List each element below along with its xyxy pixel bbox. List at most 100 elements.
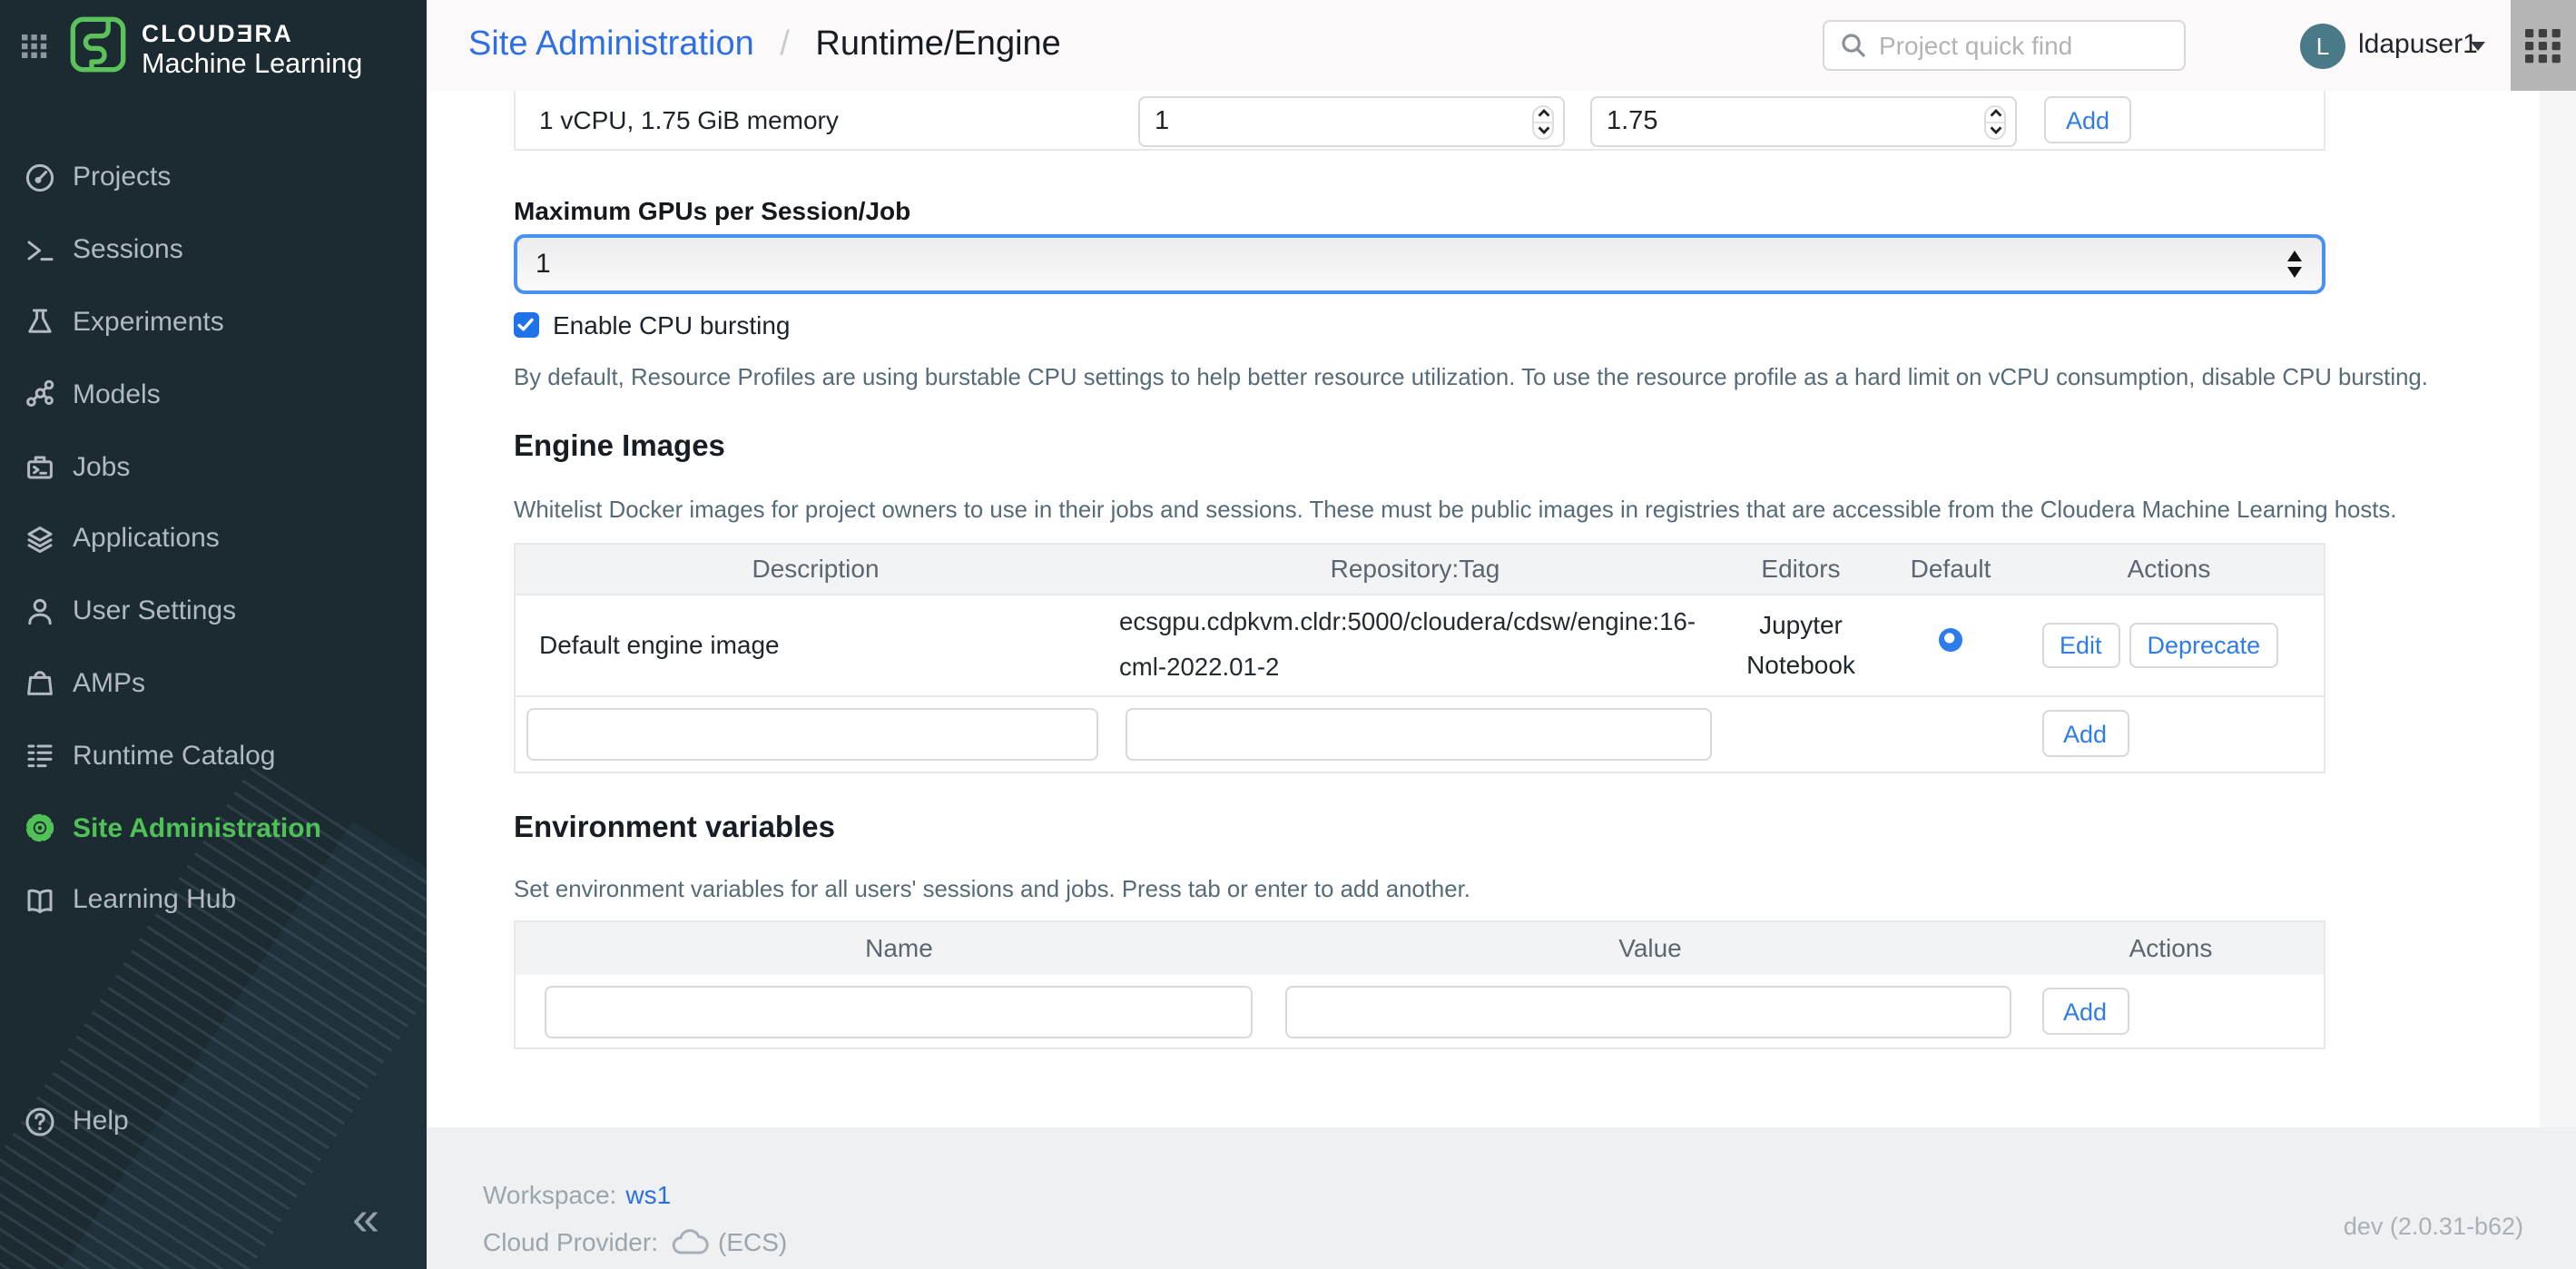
deprecate-engine-button[interactable]: Deprecate	[2129, 622, 2279, 667]
col-value: Value	[1283, 920, 2018, 975]
sidebar-collapse-button[interactable]: «	[352, 1195, 379, 1244]
add-engine-image-button[interactable]: Add	[2041, 710, 2129, 757]
sidebar-item-help[interactable]: Help	[0, 1086, 427, 1158]
col-actions: Actions	[2014, 543, 2325, 594]
env-table-header-row: Name Value Actions	[515, 920, 2325, 975]
env-value-input[interactable]	[1284, 985, 2011, 1038]
app-rail[interactable]	[2510, 0, 2576, 91]
sidebar: CLOUDƎRA Machine Learning Projects Sessi…	[0, 0, 427, 1269]
cpu-bursting-checkbox[interactable]	[514, 313, 538, 338]
sidebar-item-site-administration[interactable]: Site Administration	[0, 792, 427, 864]
sidebar-item-amps[interactable]: AMPs	[0, 647, 427, 720]
cloudera-ml-logo-icon[interactable]	[69, 16, 127, 82]
brand-wordmark: CLOUDƎRA Machine Learning	[142, 20, 362, 82]
cloud-icon	[671, 1228, 709, 1254]
sidebar-item-runtime-catalog[interactable]: Runtime Catalog	[0, 720, 427, 792]
cpu-bursting-row: Enable CPU bursting	[514, 310, 791, 339]
app-window: CLOUDƎRA Machine Learning Projects Sessi…	[0, 0, 2576, 1269]
search-input[interactable]	[1879, 31, 2169, 60]
briefcase-icon	[24, 450, 56, 483]
memory-input[interactable]	[1590, 96, 2017, 147]
avatar[interactable]: L	[2300, 24, 2345, 69]
default-engine-radio[interactable]	[1939, 628, 1962, 652]
environment-variables-heading: Environment variables	[514, 812, 835, 846]
cloud-provider-line: Cloud Provider: (ECS)	[483, 1226, 787, 1255]
engine-editors: Jupyter Notebook	[1715, 594, 1887, 695]
sidebar-item-sessions[interactable]: Sessions	[0, 214, 427, 287]
sidebar-item-models[interactable]: Models	[0, 359, 427, 431]
max-gpus-selected-value: 1	[536, 249, 551, 280]
engine-description: Default engine image	[515, 594, 1116, 695]
col-default: Default	[1887, 543, 2014, 594]
env-new-row: Add	[515, 975, 2325, 1048]
sidebar-item-learning-hub[interactable]: Learning Hub	[0, 864, 427, 937]
apps-grid-icon	[2525, 28, 2561, 63]
environment-variables-description: Set environment variables for all users'…	[514, 874, 1470, 901]
cpu-stepper	[1138, 96, 1565, 147]
footer: Workspace: ws1 Cloud Provider: (ECS) dev…	[427, 1127, 2576, 1269]
sidebar-item-applications[interactable]: Applications	[0, 503, 427, 575]
add-env-var-button[interactable]: Add	[2041, 988, 2129, 1035]
vertical-scrollbar[interactable]	[2540, 91, 2576, 1127]
cpu-bursting-description: By default, Resource Profiles are using …	[514, 363, 2428, 390]
engine-repository-tag: ecsgpu.cdpkvm.cldr:5000/cloudera/cdsw/en…	[1116, 594, 1715, 695]
new-engine-repository-input[interactable]	[1125, 707, 1711, 760]
memory-spinner[interactable]	[1984, 104, 2006, 139]
page-title: Runtime/Engine	[815, 25, 1060, 64]
memory-stepper	[1590, 96, 2017, 147]
top-bar: Site Administration / Runtime/Engine + L…	[427, 0, 2576, 91]
cpu-spinner[interactable]	[1532, 104, 1554, 139]
gear-icon	[24, 812, 56, 844]
flask-icon	[24, 306, 56, 339]
breadcrumb: Site Administration / Runtime/Engine	[468, 25, 1061, 65]
person-icon	[24, 595, 56, 627]
chevron-down-icon	[1989, 125, 2001, 134]
engine-images-description: Whitelist Docker images for project owne…	[514, 495, 2397, 522]
sidebar-item-jobs[interactable]: Jobs	[0, 430, 427, 503]
chevron-down-icon[interactable]	[2471, 42, 2485, 51]
env-name-input[interactable]	[545, 985, 1253, 1038]
engine-images-heading: Engine Images	[514, 430, 725, 465]
col-repository-tag: Repository:Tag	[1116, 543, 1715, 594]
sidebar-header: CLOUDƎRA Machine Learning	[0, 0, 427, 105]
workspace-link[interactable]: ws1	[625, 1180, 671, 1209]
open-book-icon	[24, 884, 56, 917]
sidebar-help: Help	[0, 1086, 427, 1158]
add-resource-profile-button[interactable]: Add	[2044, 96, 2131, 143]
search-icon	[1841, 33, 1866, 58]
brand-product: Machine Learning	[142, 49, 362, 82]
col-name: Name	[515, 920, 1283, 975]
col-description: Description	[515, 543, 1116, 594]
chevron-down-icon	[1537, 125, 1549, 134]
speedometer-icon	[24, 162, 56, 194]
cpu-input[interactable]	[1138, 96, 1565, 147]
breadcrumb-site-administration-link[interactable]: Site Administration	[468, 25, 754, 64]
sidebar-item-projects[interactable]: Projects	[0, 142, 427, 214]
terminal-icon	[24, 233, 56, 266]
edit-engine-button[interactable]: Edit	[2041, 622, 2120, 667]
cloud-provider-value: (ECS)	[718, 1226, 787, 1255]
environment-variables-table: Name Value Actions Add	[514, 920, 2325, 1049]
sidebar-item-user-settings[interactable]: User Settings	[0, 575, 427, 648]
chevron-up-icon	[1537, 109, 1549, 118]
workspace-label: Workspace:	[483, 1180, 616, 1209]
resource-profile-row: 1 vCPU, 1.75 GiB memory Add	[514, 91, 2325, 150]
sidebar-item-experiments[interactable]: Experiments	[0, 286, 427, 359]
user-menu[interactable]: ldapuser1	[2358, 29, 2478, 60]
engine-table-header-row: Description Repository:Tag Editors Defau…	[515, 543, 2325, 594]
resource-profile-label: 1 vCPU, 1.75 GiB memory	[539, 105, 839, 134]
help-circle-icon	[24, 1106, 56, 1138]
brand-name: CLOUDƎRA	[142, 20, 362, 47]
project-quick-find[interactable]	[1823, 20, 2186, 71]
breadcrumb-separator: /	[780, 25, 790, 64]
max-gpus-select[interactable]: 1	[514, 234, 2325, 294]
engine-images-table: Description Repository:Tag Editors Defau…	[514, 542, 2325, 772]
app-switcher-icon[interactable]	[22, 34, 47, 67]
chevron-up-icon	[1989, 109, 2001, 118]
sidebar-nav: Projects Sessions Experiments Models	[0, 142, 427, 937]
max-gpus-heading: Maximum GPUs per Session/Job	[514, 196, 910, 225]
shopping-bag-icon	[24, 667, 56, 700]
list-icon	[24, 740, 56, 772]
layers-icon	[24, 523, 56, 556]
new-engine-description-input[interactable]	[526, 707, 1098, 760]
